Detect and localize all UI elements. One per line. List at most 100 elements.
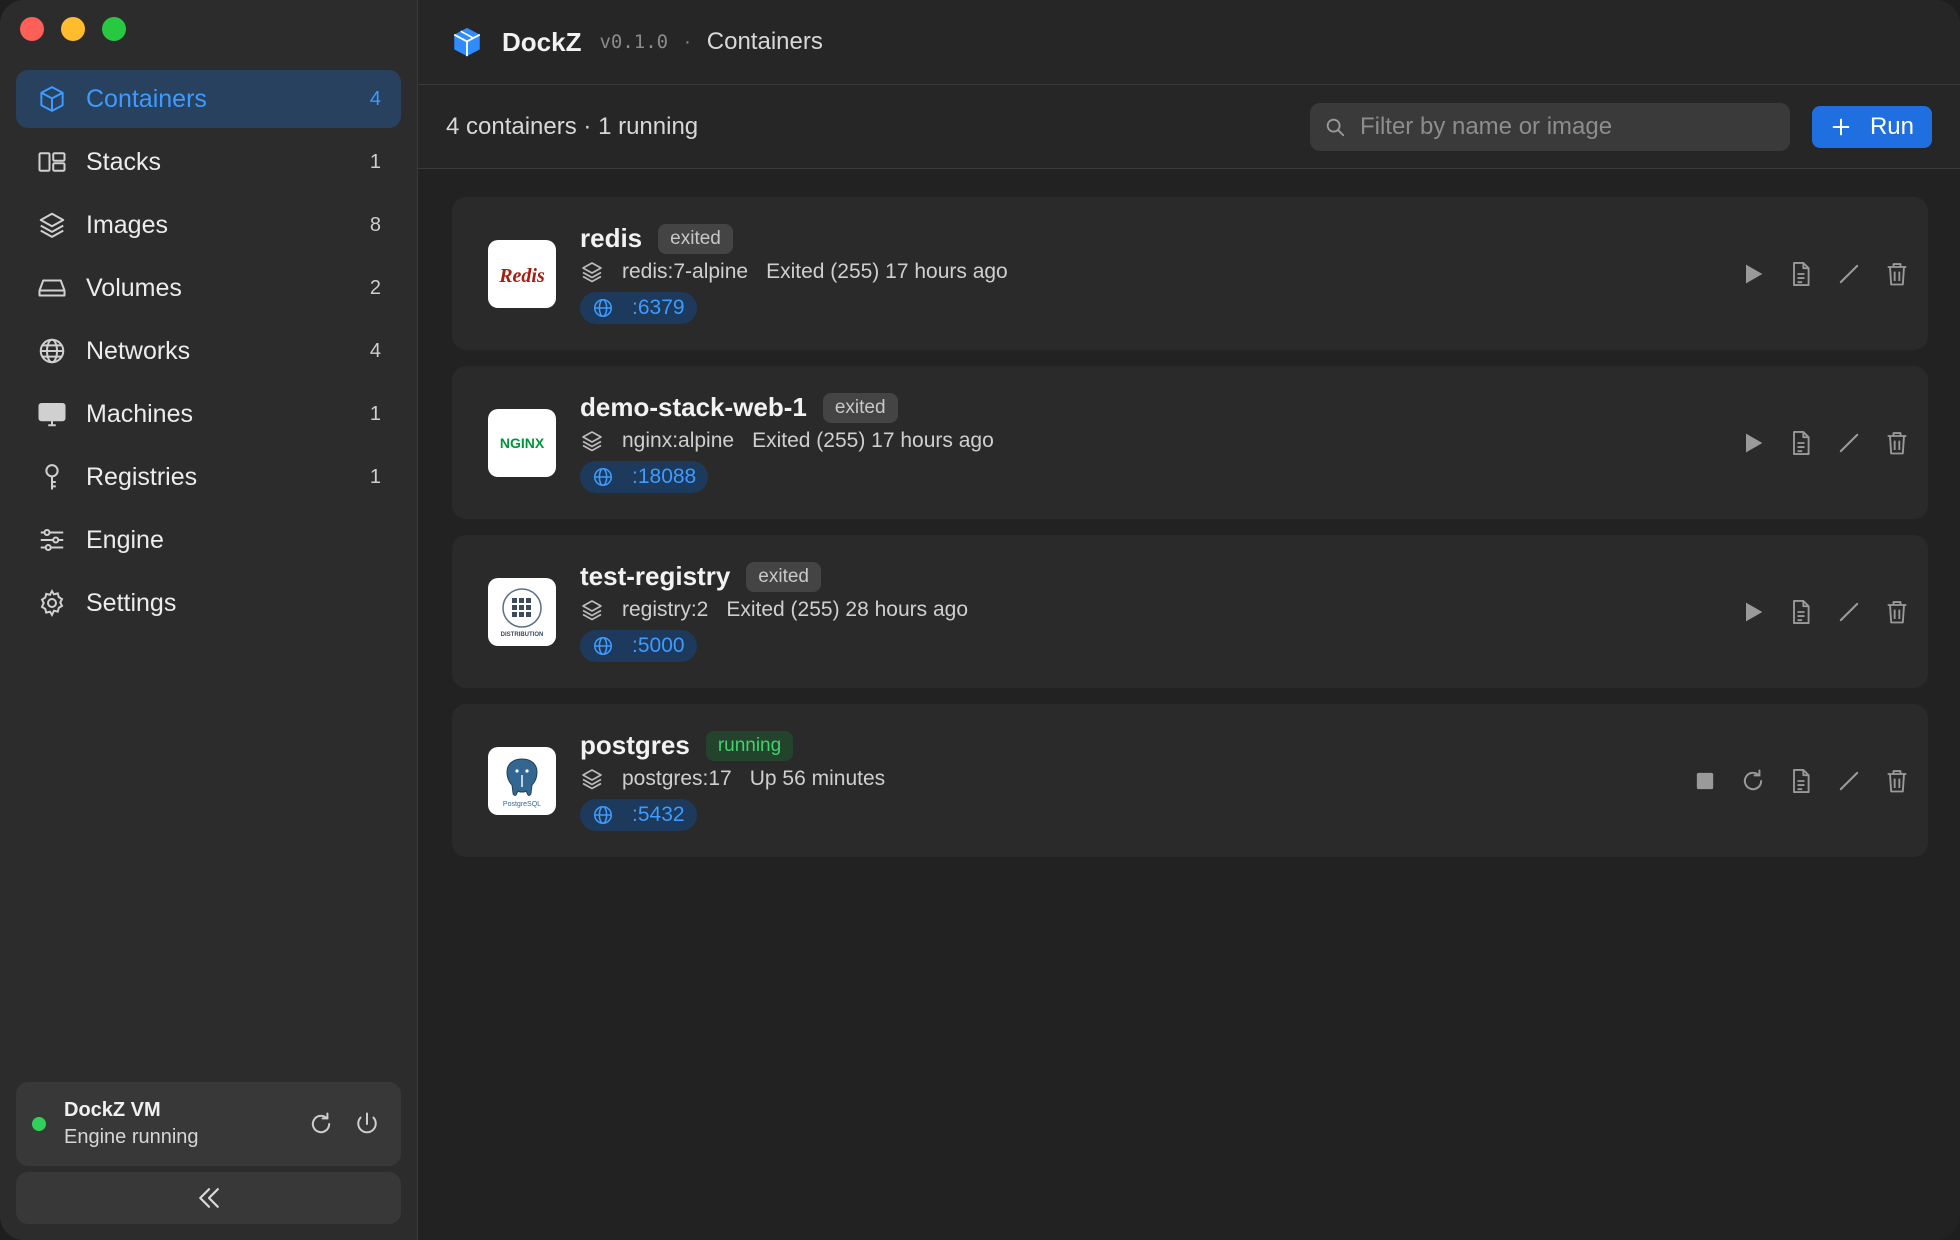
vm-info: DockZ VM Engine running — [64, 1099, 293, 1149]
vm-name: DockZ VM — [64, 1099, 161, 1121]
vm-status-card: DockZ VM Engine running — [16, 1082, 401, 1166]
start-button[interactable] — [1734, 255, 1772, 293]
delete-button[interactable] — [1878, 255, 1916, 293]
minimize-window-button[interactable] — [61, 17, 85, 41]
chevrons-left-icon — [198, 1188, 219, 1208]
sidebar-item-label: Engine — [86, 525, 164, 554]
port-label: :18088 — [632, 465, 697, 488]
restart-vm-button[interactable] — [303, 1106, 339, 1142]
sidebar-item-label: Containers — [86, 84, 207, 113]
plus-icon — [1832, 118, 1850, 135]
title-bar: DockZ v0.1.0 · Containers — [418, 0, 1960, 85]
container-info: demo-stack-web-1 exited nginx:alpine Exi… — [580, 392, 994, 493]
collapse-sidebar-button[interactable] — [16, 1172, 401, 1224]
sidebar-item-count: 1 — [369, 150, 381, 173]
document-icon — [1793, 768, 1810, 793]
restart-icon — [311, 1112, 331, 1134]
svg-text:PostgreSQL: PostgreSQL — [503, 801, 541, 808]
sidebar-item-count: 8 — [369, 213, 381, 236]
delete-button[interactable] — [1878, 593, 1916, 631]
container-info: postgres running postgres:17 Up 56 minut… — [580, 730, 885, 831]
edit-button[interactable] — [1830, 593, 1868, 631]
sidebar-item-networks[interactable]: Networks 4 — [16, 322, 401, 380]
sidebar-item-label: Volumes — [86, 273, 182, 302]
sidebar: Containers 4 Stacks 1 Images 8 Volumes 2… — [0, 0, 418, 1240]
run-button[interactable]: Run — [1811, 105, 1932, 148]
edit-button[interactable] — [1830, 762, 1868, 800]
distribution-logo: DISTRIBUTION — [488, 577, 556, 646]
container-image: registry:2 — [622, 598, 709, 621]
app-name: DockZ — [502, 26, 582, 57]
play-icon — [1746, 264, 1763, 283]
status-badge: exited — [658, 223, 733, 254]
trash-icon — [1887, 600, 1907, 623]
svg-text:NGINX: NGINX — [500, 435, 545, 451]
port-badge[interactable]: :5000 — [580, 630, 697, 662]
edit-button[interactable] — [1830, 255, 1868, 293]
sidebar-item-engine[interactable]: Engine — [16, 511, 401, 569]
sidebar-item-registries[interactable]: Registries 1 — [16, 448, 401, 506]
window-controls — [20, 17, 126, 41]
gear-icon — [36, 587, 68, 619]
sidebar-item-settings[interactable]: Settings — [16, 574, 401, 632]
container-name: postgres — [580, 730, 690, 760]
title-separator: · — [684, 30, 691, 53]
close-window-button[interactable] — [20, 17, 44, 41]
container-actions — [1724, 593, 1916, 631]
container-card[interactable]: NGINX demo-stack-web-1 exited nginx:alpi… — [452, 366, 1928, 519]
run-button-label: Run — [1869, 112, 1914, 140]
pencil-icon — [1839, 264, 1859, 283]
logs-button[interactable] — [1782, 593, 1820, 631]
sidebar-item-containers[interactable]: Containers 4 — [16, 70, 401, 128]
port-badge[interactable]: :18088 — [580, 461, 709, 493]
delete-button[interactable] — [1878, 762, 1916, 800]
restart-button[interactable] — [1734, 762, 1772, 800]
logs-button[interactable] — [1782, 424, 1820, 462]
container-card[interactable]: Redis redis exited redis:7-alpine Exited… — [452, 197, 1928, 350]
restart-icon — [1743, 769, 1763, 790]
maximize-window-button[interactable] — [102, 17, 126, 41]
globe-icon — [593, 636, 613, 656]
container-name: demo-stack-web-1 — [580, 392, 807, 422]
edit-button[interactable] — [1830, 424, 1868, 462]
container-name: test-registry — [580, 561, 731, 591]
trash-icon — [1887, 431, 1907, 454]
main-panel: DockZ v0.1.0 · Containers 4 containers ·… — [418, 0, 1960, 1240]
container-status: Exited (255) 17 hours ago — [766, 260, 1008, 283]
container-card[interactable]: DISTRIBUTION test-registry exited regist… — [452, 535, 1928, 688]
stop-button[interactable] — [1686, 762, 1724, 800]
sidebar-item-label: Images — [86, 210, 168, 239]
nginx-logo: NGINX — [488, 408, 556, 477]
sidebar-item-count: 4 — [369, 339, 381, 362]
layers-icon — [36, 209, 68, 241]
stacks-icon — [36, 146, 68, 178]
layers-icon — [582, 431, 602, 452]
container-card[interactable]: PostgreSQL postgres running postgres:17 … — [452, 704, 1928, 857]
container-actions — [1724, 424, 1916, 462]
document-icon — [1793, 430, 1810, 455]
start-button[interactable] — [1734, 424, 1772, 462]
sidebar-item-label: Networks — [86, 336, 191, 365]
container-info: redis exited redis:7-alpine Exited (255)… — [580, 223, 1008, 324]
logs-button[interactable] — [1782, 255, 1820, 293]
logs-button[interactable] — [1782, 762, 1820, 800]
document-icon — [1793, 599, 1810, 624]
container-actions — [1676, 762, 1916, 800]
search-input[interactable] — [1359, 112, 1776, 141]
start-button[interactable] — [1734, 593, 1772, 631]
sidebar-item-stacks[interactable]: Stacks 1 — [16, 133, 401, 191]
power-vm-button[interactable] — [349, 1106, 385, 1142]
port-badge[interactable]: :6379 — [580, 292, 697, 324]
sidebar-item-machines[interactable]: Machines 1 — [16, 385, 401, 443]
delete-button[interactable] — [1878, 424, 1916, 462]
sidebar-item-volumes[interactable]: Volumes 2 — [16, 259, 401, 317]
postgresql-logo: PostgreSQL — [488, 746, 556, 815]
port-badge[interactable]: :5432 — [580, 799, 697, 831]
globe-icon — [593, 298, 613, 318]
container-status: Exited (255) 28 hours ago — [726, 598, 969, 621]
svg-text:DISTRIBUTION: DISTRIBUTION — [501, 632, 544, 638]
sidebar-item-count: 2 — [369, 276, 381, 299]
monitor-icon — [36, 398, 68, 430]
pencil-icon — [1839, 433, 1859, 452]
sidebar-item-images[interactable]: Images 8 — [16, 196, 401, 254]
